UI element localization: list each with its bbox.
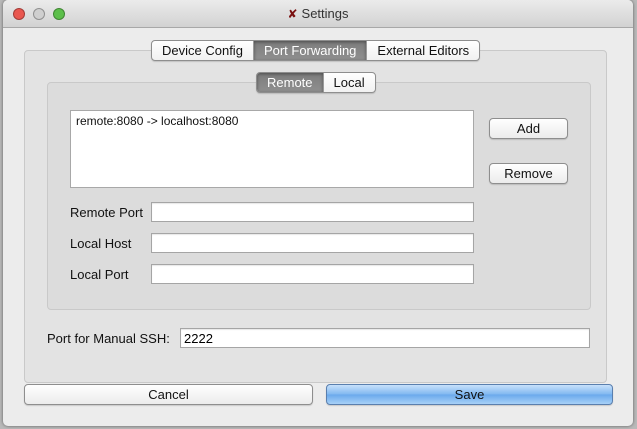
cancel-button[interactable]: Cancel [24, 384, 313, 405]
save-button[interactable]: Save [326, 384, 613, 405]
zoom-button[interactable] [53, 8, 65, 20]
add-button[interactable]: Add [489, 118, 568, 139]
local-host-input[interactable] [151, 233, 474, 253]
local-port-input[interactable] [151, 264, 474, 284]
app-icon: ✘ [287, 7, 298, 21]
local-host-label: Local Host [70, 236, 132, 251]
settings-window: ✘ Settings Device Config Port Forwarding … [3, 0, 633, 426]
main-tabs: Device Config Port Forwarding External E… [151, 40, 481, 61]
tab-port-forwarding[interactable]: Port Forwarding [253, 41, 368, 60]
local-port-label: Local Port [70, 267, 129, 282]
remove-button[interactable]: Remove [489, 163, 568, 184]
tab-local[interactable]: Local [324, 73, 375, 92]
tab-remote[interactable]: Remote [257, 73, 324, 92]
window-title: Settings [301, 6, 349, 21]
title-bar: ✘ Settings [3, 0, 633, 28]
tab-external-editors[interactable]: External Editors [367, 41, 479, 60]
tab-device-config[interactable]: Device Config [152, 41, 254, 60]
minimize-button[interactable] [33, 8, 45, 20]
ssh-port-label: Port for Manual SSH: [47, 331, 170, 346]
direction-tabs: Remote Local [256, 72, 376, 93]
ssh-port-input[interactable] [180, 328, 590, 348]
remote-port-label: Remote Port [70, 205, 143, 220]
forward-list[interactable]: remote:8080 -> localhost:8080 [70, 110, 474, 188]
list-item[interactable]: remote:8080 -> localhost:8080 [76, 114, 468, 128]
remote-port-input[interactable] [151, 202, 474, 222]
close-button[interactable] [13, 8, 25, 20]
